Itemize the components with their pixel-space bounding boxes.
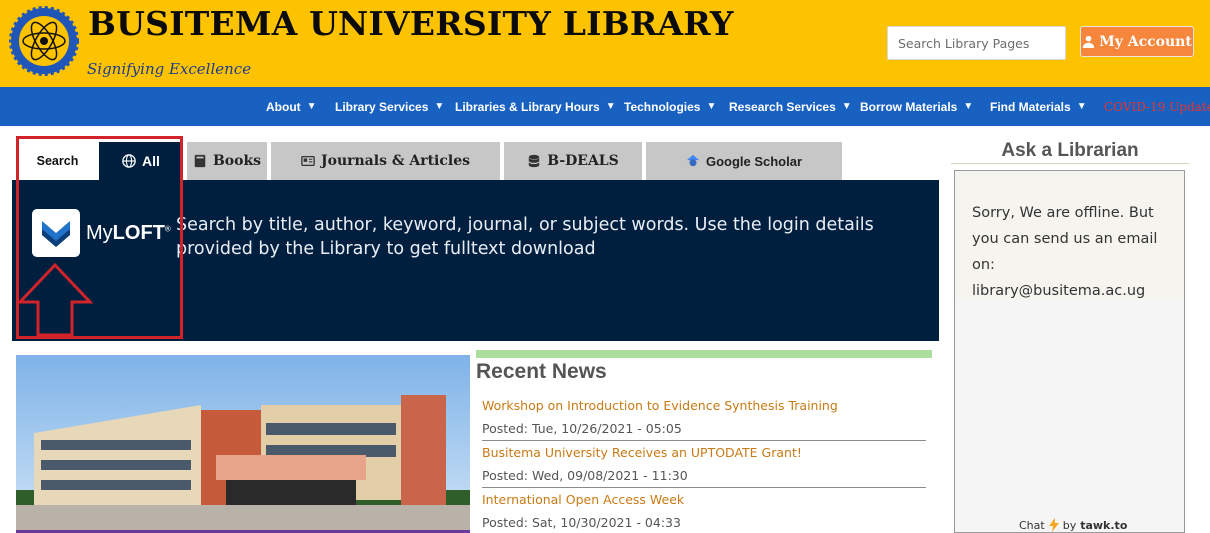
caret-down-icon: ▼: [306, 101, 317, 112]
ask-librarian-title: Ask a Librarian: [951, 140, 1189, 164]
news-link[interactable]: Workshop on Introduction to Evidence Syn…: [482, 394, 926, 417]
nav-label: Borrow Materials: [860, 99, 958, 114]
site-title[interactable]: BUSITEMA UNIVERSITY LIBRARY: [88, 4, 734, 43]
chat-footer[interactable]: Chat by tawk.to: [1019, 518, 1127, 532]
news-date: Posted: Sat, 10/30/2021 - 04:33: [482, 515, 681, 530]
tab-b-deals[interactable]: B-DEALS: [504, 142, 642, 180]
tab-label: B-DEALS: [547, 153, 619, 169]
news-link[interactable]: International Open Access Week: [482, 488, 926, 511]
tab-label: Journals & Articles: [320, 153, 470, 169]
database-icon: [528, 154, 540, 168]
chat-label: Chat: [1019, 518, 1045, 532]
annotation-arrow-icon: [16, 262, 94, 337]
nav-item-library-services[interactable]: Library Services ▼: [335, 87, 444, 126]
nav-label: Find Materials: [990, 99, 1071, 114]
nav-label: Library Services: [335, 99, 429, 114]
tab-google-scholar[interactable]: Google Scholar: [646, 142, 842, 180]
news-accent-bar: [476, 350, 932, 358]
recent-news-title: Recent News: [476, 360, 607, 383]
caret-down-icon: ▼: [841, 101, 852, 112]
my-account-button[interactable]: My Account: [1080, 26, 1194, 57]
nav-item-technologies[interactable]: Technologies ▼: [624, 87, 716, 126]
caret-down-icon: ▼: [1076, 101, 1087, 112]
tab-label: Books: [212, 153, 262, 169]
library-building-image[interactable]: [16, 355, 470, 533]
nav-item-libraries-hours[interactable]: Libraries & Library Hours ▼: [455, 87, 616, 126]
book-icon: [194, 154, 206, 168]
my-account-label: My Account: [1099, 33, 1192, 50]
caret-down-icon: ▼: [706, 101, 717, 112]
scholar-icon: [686, 154, 700, 167]
main-nav: About ▼ Library Services ▼ Libraries & Lib…: [0, 87, 1210, 126]
site-header: BUSITEMA UNIVERSITY LIBRARY Signifying E…: [0, 0, 1210, 87]
nav-item-about[interactable]: About ▼: [266, 87, 317, 126]
nav-label: Research Services: [729, 99, 836, 114]
caret-down-icon: ▼: [963, 101, 974, 112]
nav-label: COVID-19 Updates: [1104, 99, 1210, 114]
chat-widget[interactable]: Sorry, We are offline. But you can send …: [954, 170, 1185, 533]
search-description: Search by title, author, keyword, journa…: [176, 215, 874, 259]
search-library-input[interactable]: [887, 26, 1066, 60]
nav-item-borrow-materials[interactable]: Borrow Materials ▼: [860, 87, 973, 126]
news-item: International Open Access Week Posted: S…: [482, 488, 926, 533]
tab-books[interactable]: Books: [187, 142, 267, 180]
tab-journals-articles[interactable]: Journals & Articles: [271, 142, 500, 180]
nav-label: Technologies: [624, 99, 701, 114]
tawk-brand: tawk.to: [1080, 518, 1128, 532]
lightning-icon: [1048, 518, 1059, 532]
nav-item-find-materials[interactable]: Find Materials ▼: [990, 87, 1087, 126]
news-item: Busitema University Receives an UPTODATE…: [482, 441, 926, 488]
chat-by-label: by: [1062, 518, 1077, 532]
nav-label: About: [266, 99, 301, 114]
nav-item-covid-updates[interactable]: COVID-19 Updates: [1104, 87, 1210, 126]
user-icon: [1083, 35, 1095, 48]
news-date: Posted: Tue, 10/26/2021 - 05:05: [482, 421, 682, 436]
news-item: Workshop on Introduction to Evidence Syn…: [482, 394, 926, 441]
site-tagline: Signifying Excellence: [87, 60, 252, 78]
caret-down-icon: ▼: [605, 101, 616, 112]
university-logo-icon[interactable]: [9, 6, 79, 76]
news-date: Posted: Wed, 09/08/2021 - 11:30: [482, 468, 688, 483]
newspaper-icon: [301, 155, 315, 167]
tab-label: Google Scholar: [705, 153, 803, 169]
nav-label: Libraries & Library Hours: [455, 99, 600, 114]
news-link[interactable]: Busitema University Receives an UPTODATE…: [482, 441, 926, 464]
nav-item-research-services[interactable]: Research Services ▼: [729, 87, 852, 126]
offline-message: Sorry, We are offline. But you can send …: [955, 171, 1184, 299]
caret-down-icon: ▼: [434, 101, 445, 112]
